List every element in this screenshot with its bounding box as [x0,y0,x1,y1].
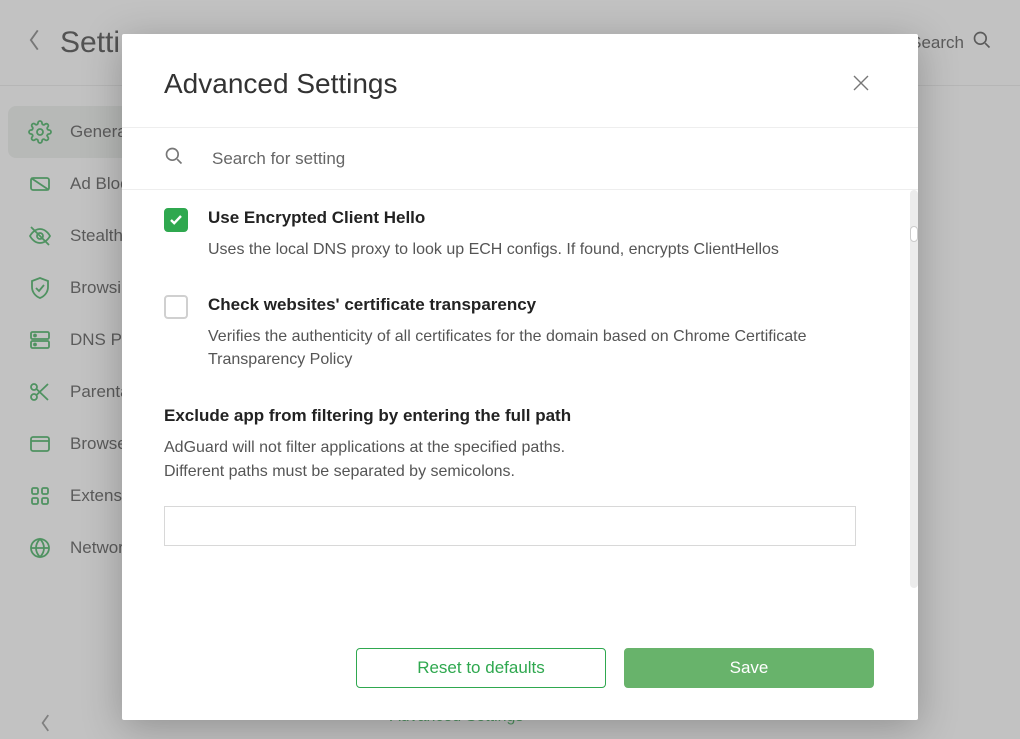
settings-search-input[interactable] [212,149,876,169]
close-icon [852,74,870,92]
cert-transparency-checkbox[interactable] [164,295,188,319]
option-title: Check websites' certificate transparency [208,295,874,315]
exclude-path-input[interactable] [164,506,856,546]
scrollbar-thumb[interactable] [910,226,918,242]
search-icon [164,146,184,171]
reset-to-defaults-button[interactable]: Reset to defaults [356,648,606,688]
option-desc: Verifies the authenticity of all certifi… [208,325,874,371]
exclude-section-desc: AdGuard will not filter applications at … [164,436,874,484]
save-button[interactable]: Save [624,648,874,688]
scrollbar-track[interactable] [910,190,918,588]
close-button[interactable] [846,68,876,103]
use-ech-checkbox[interactable] [164,208,188,232]
option-desc: Uses the local DNS proxy to look up ECH … [208,238,779,261]
exclude-section-title: Exclude app from filtering by entering t… [164,406,874,426]
advanced-settings-modal: Advanced Settings Use Encrypted Client H… [122,34,918,720]
check-icon [169,213,183,227]
modal-title: Advanced Settings [164,68,398,100]
exclude-desc-line2: Different paths must be separated by sem… [164,463,515,480]
exclude-desc-line1: AdGuard will not filter applications at … [164,439,565,456]
option-title: Use Encrypted Client Hello [208,208,779,228]
